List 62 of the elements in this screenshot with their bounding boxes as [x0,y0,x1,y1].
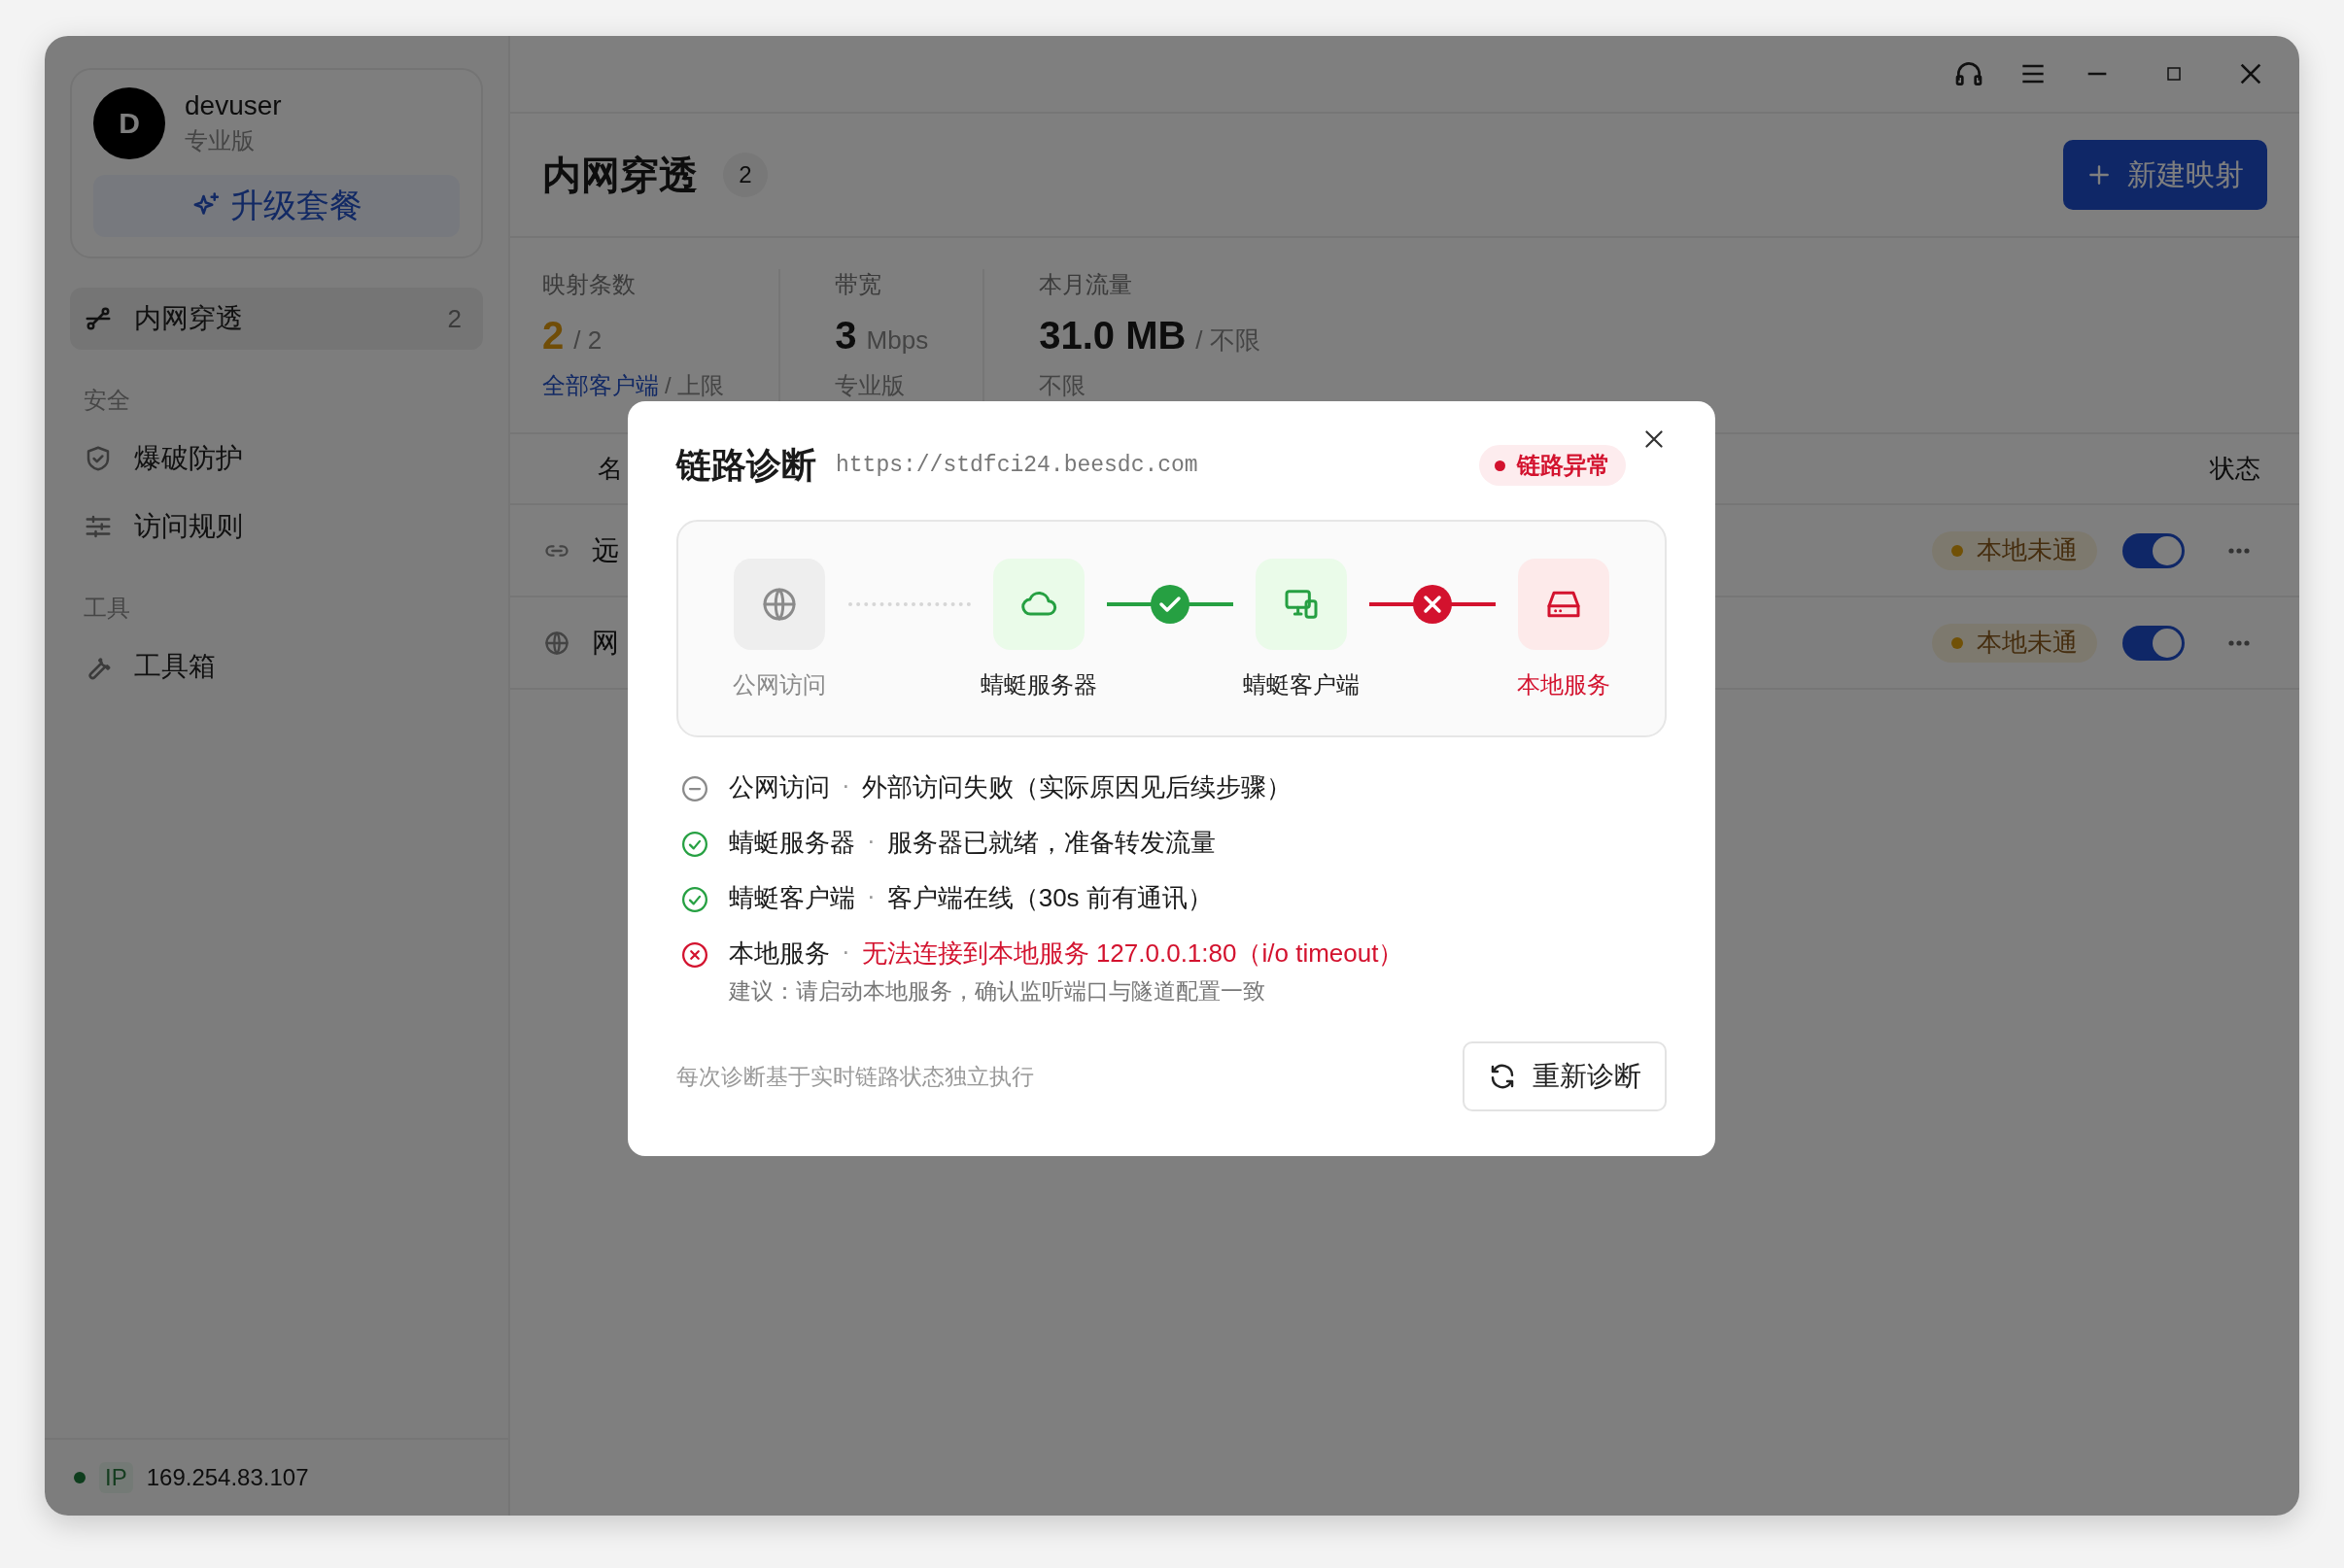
stat-note: 不限 [1039,371,1086,400]
stat-label: 映射条数 [542,270,637,299]
nav-item[interactable]: 爆破防护 [70,427,483,490]
stat-label: 本月流量 [1039,270,1134,299]
page-title: 内网穿透 [542,152,698,198]
new-mapping-button[interactable]: 新建映射 [2063,140,2267,210]
stat-note: 专业版 [835,371,906,400]
more-icon[interactable] [2227,638,2251,647]
mapping-name: 远 [592,533,619,567]
check-name: 本地服务 [729,937,830,970]
separator-dot: · [867,881,876,912]
column-header: 状态 [2210,453,2260,485]
upgrade-button[interactable]: 升级套餐 [93,175,460,237]
plus-icon [2086,162,2112,187]
stat-unit: / 2 [573,324,603,356]
node-label: 公网访问 [733,670,826,699]
separator-dot: · [842,770,850,801]
check-hint: 建议：请启动本地服务，确认监听端口与隧道配置一致 [729,977,1266,1006]
user-name: devuser [185,90,282,121]
maximize-icon[interactable] [2165,65,2183,83]
ip-label: IP [99,1462,133,1493]
status-tag: 本地未通 [1932,623,2097,663]
stat-note: / 上限 [665,371,725,400]
check-message: 外部访问失败（实际原因见后续步骤） [861,771,1292,803]
node-label: 蜻蜓客户端 [1243,670,1360,699]
url-text: https://stdfci24.beesdc.com [836,453,1198,478]
all-clients-link[interactable]: 全部客户端 [542,370,659,401]
stat-unit: Mbps [866,324,929,356]
nav-item[interactable]: 访问规则 [70,495,483,558]
check-name: 公网访问 [729,771,830,803]
globe-icon [543,629,570,657]
status-tag: 链路异常 [1479,445,1626,486]
separator-dot: · [842,937,850,968]
check-name: 蜻蜓服务器 [729,827,855,859]
node-label: 本地服务 [1517,670,1610,699]
node-label: 蜻蜓服务器 [981,670,1097,699]
toggle-switch[interactable] [2122,532,2185,568]
check-name: 蜻蜓客户端 [729,882,855,914]
check-message: 服务器已就绪，准备转发流量 [886,827,1216,859]
stat-label: 带宽 [835,270,883,299]
separator-dot: · [867,826,876,857]
ip-address: 169.254.83.107 [146,1464,309,1491]
nav-item[interactable]: 内网穿透 2 [70,288,483,350]
stat-value: 3 [835,313,857,358]
mapping-name: 网 [592,626,619,660]
dialog-title: 链路诊断 [676,443,816,487]
count-badge: 2 [723,153,768,197]
more-icon[interactable] [2227,546,2251,555]
nav-item[interactable]: 工具箱 [70,635,483,698]
check-message: 客户端在线（30s 前有通讯） [886,882,1213,914]
footer-note: 每次诊断基于实时链路状态独立执行 [676,1062,1034,1091]
avatar: D [93,87,165,159]
check-message: 无法连接到本地服务 127.0.0.1:80（i/o timeout） [861,937,1404,970]
nav-count: 2 [447,303,462,334]
user-plan: 专业版 [185,126,256,155]
rerun-button[interactable]: 重新诊断 [1463,1041,1667,1111]
stat-value: 2 [542,313,565,358]
stat-value: 31.0 MB [1039,313,1187,358]
status-tag: 本地未通 [1932,530,2097,570]
toggle-switch[interactable] [2122,625,2185,661]
stat-unit: / 不限 [1195,324,1260,357]
column-header: 名 [598,453,623,485]
